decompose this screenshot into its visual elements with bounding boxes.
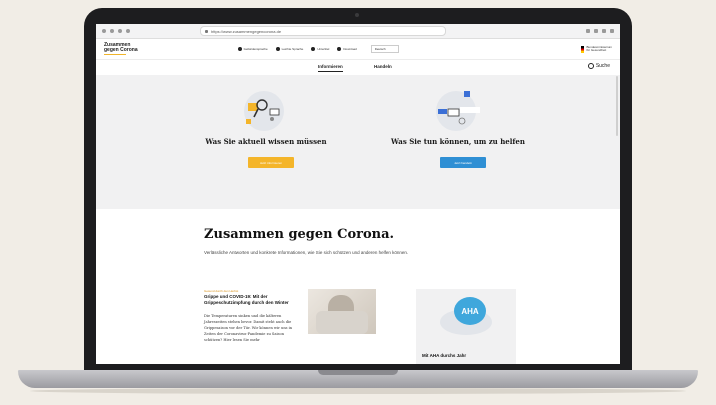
intro-text: Verlässliche Antworten und konkrete Info… — [204, 250, 409, 255]
blanket-figure — [316, 311, 368, 334]
article-card-aha[interactable]: AHA Mit AHA durchs Jahr — [416, 289, 516, 364]
language-select[interactable]: Deutsch — [370, 45, 399, 53]
meta-label: Leichte Sprache — [281, 47, 304, 51]
hero-section: Was Sie aktuell wissen müssen Jetzt info… — [96, 75, 620, 209]
menu-icon[interactable] — [610, 29, 614, 33]
ministry-logo[interactable]: Bundesministerium für Gesundheit — [581, 45, 612, 53]
laptop-notch — [318, 370, 398, 375]
page-scrollbar[interactable] — [616, 76, 618, 136]
meta-label: Gebärdensprache — [243, 47, 268, 51]
magnifier-illustration-icon — [244, 91, 284, 131]
lock-icon — [205, 29, 208, 33]
hero-inform-column: Was Sie aktuell wissen müssen Jetzt info… — [166, 75, 366, 209]
laptop-shadow — [30, 388, 686, 394]
subtitles-icon — [311, 47, 316, 51]
site-header: Zusammen gegen Corona Gebärdensprache Le… — [96, 39, 620, 60]
webcam — [355, 13, 359, 17]
site-logo[interactable]: Zusammen gegen Corona — [104, 43, 138, 55]
logo-line-2: gegen Corona — [104, 47, 138, 53]
browser-screen: https://www.zusammengegencorona.de Zusam… — [96, 24, 620, 364]
card-title: Grippe und COVID-19: Mit der Grippeschut… — [204, 294, 289, 305]
aha-speech-bubble-icon: AHA — [454, 297, 486, 325]
back-icon[interactable] — [102, 29, 106, 33]
card-kicker: Gesund durch den Herbst — [204, 289, 239, 293]
download-manager-icon[interactable] — [586, 29, 590, 33]
ministry-line-2: für Gesundheit — [586, 48, 607, 52]
sign-language-icon — [237, 47, 242, 51]
page-title: Zusammen gegen Corona. — [204, 227, 395, 242]
meta-subtitles[interactable]: Untertitel — [311, 47, 329, 51]
intro-section: Zusammen gegen Corona. Verlässliche Antw… — [96, 209, 620, 364]
browser-toolbar: https://www.zusammengegencorona.de — [96, 24, 620, 39]
address-bar[interactable]: https://www.zusammengegencorona.de — [200, 26, 446, 36]
card-text: Die Temperaturen sinken und die kälteren… — [204, 314, 293, 342]
meta-download[interactable]: Download — [337, 47, 357, 51]
download-icon — [337, 47, 342, 51]
easy-language-icon — [275, 47, 280, 51]
search-label: Suche — [595, 63, 610, 69]
sick-person-photo — [308, 289, 376, 334]
meta-sign-language[interactable]: Gebärdensprache — [237, 47, 268, 51]
meta-label: Download — [343, 47, 357, 51]
federal-eagle-flag-icon — [581, 45, 585, 53]
logo-underline — [104, 54, 126, 55]
forward-icon[interactable] — [110, 29, 114, 33]
library-icon[interactable] — [594, 29, 598, 33]
article-card-flu[interactable]: Gesund durch den Herbst Grippe und COVID… — [204, 289, 376, 364]
home-icon[interactable] — [126, 29, 130, 33]
reload-icon[interactable] — [118, 29, 122, 33]
card-title: Mit AHA durchs Jahr — [422, 353, 467, 358]
meta-easy-language[interactable]: Leichte Sprache — [275, 47, 304, 51]
tab-informieren[interactable]: Informieren — [318, 64, 343, 72]
search-icon — [587, 63, 594, 69]
url-text: https://www.zusammengegencorona.de — [211, 28, 282, 34]
browser-nav-buttons[interactable] — [102, 29, 130, 33]
inform-button[interactable]: Jetzt informieren — [248, 157, 294, 168]
act-button[interactable]: Jetzt handeln — [440, 157, 486, 168]
sidebar-icon[interactable] — [602, 29, 606, 33]
browser-extension-icons — [586, 29, 614, 33]
devices-illustration-icon — [436, 91, 480, 131]
hero-act-column: Was Sie tun können, um zu helfen Jetzt h… — [358, 75, 558, 209]
main-navigation: Informieren Handeln Suche — [96, 60, 620, 74]
tab-handeln[interactable]: Handeln — [374, 64, 392, 69]
accessibility-nav: Gebärdensprache Leichte Sprache Untertit… — [237, 45, 399, 53]
hero-act-title: Was Sie tun können, um zu helfen — [391, 137, 525, 146]
meta-label: Untertitel — [317, 47, 330, 51]
search-button[interactable]: Suche — [587, 63, 610, 69]
hero-inform-title: Was Sie aktuell wissen müssen — [205, 137, 327, 146]
